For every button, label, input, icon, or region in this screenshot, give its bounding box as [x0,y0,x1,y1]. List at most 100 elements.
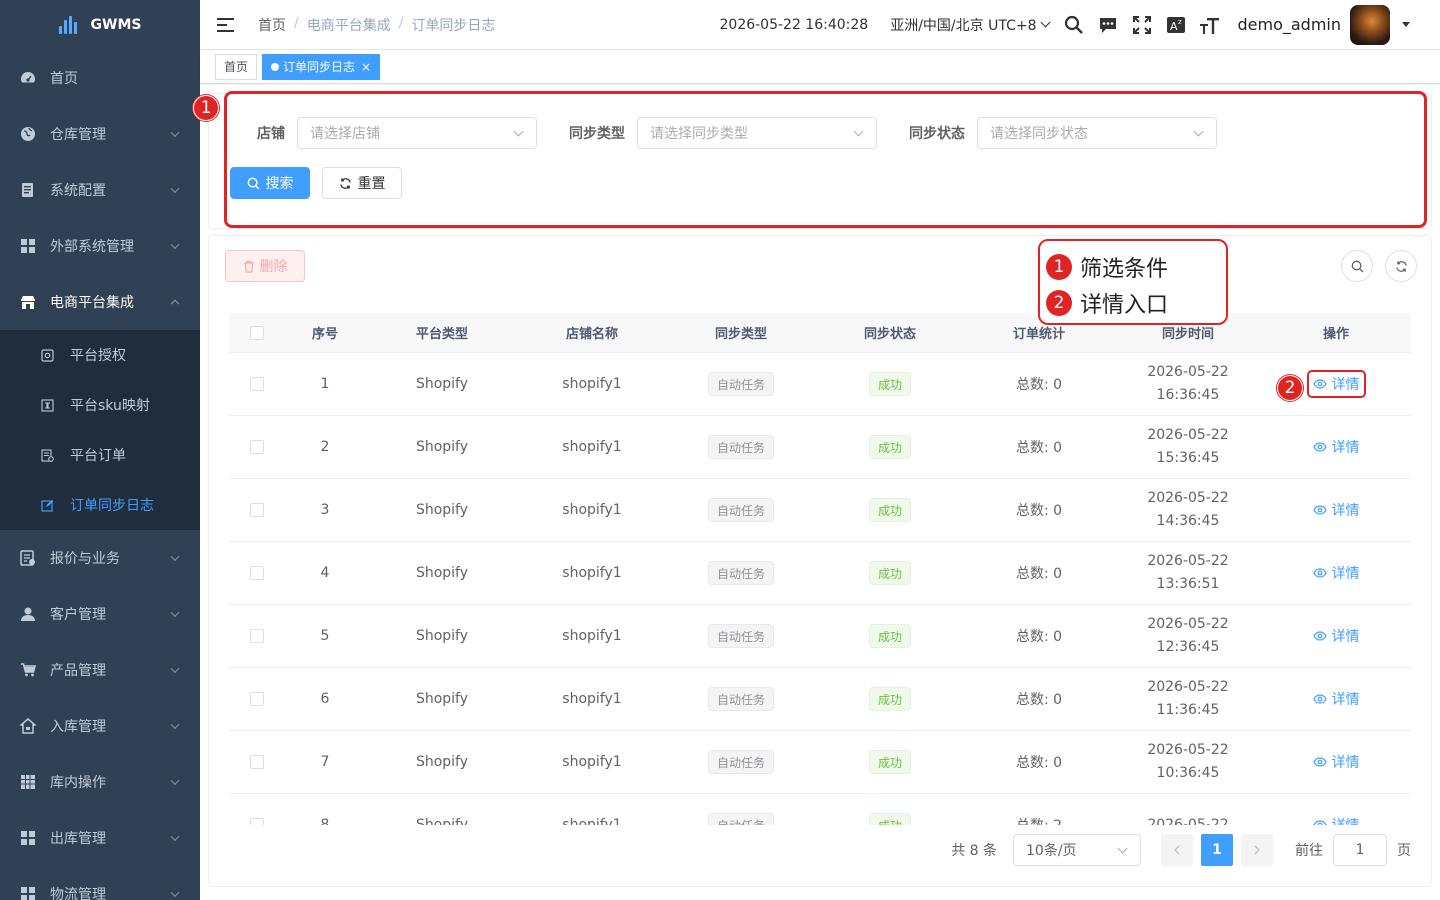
detail-link[interactable]: 详情 [1309,435,1364,459]
cell-order-stats: 总数: 0 [1015,755,1063,771]
message-icon[interactable] [1096,13,1120,37]
globe-icon [20,126,36,142]
sidebar-item-2[interactable]: 系统配置 [0,162,200,218]
sidebar-item-label: 产品管理 [50,663,106,679]
row-checkbox[interactable] [250,440,264,454]
sidebar-item-label: 首页 [50,71,78,87]
column-header: 操作 [1322,327,1349,342]
column-header: 序号 [311,327,338,342]
cell-platform: Shopify [415,817,469,825]
page-number-button[interactable]: 1 [1201,834,1233,866]
current-datetime: 2026-05-22 16:40:28 [719,16,869,33]
column-header: 同步状态 [863,327,916,342]
detail-link-label: 详情 [1331,440,1360,456]
detail-link-label: 详情 [1331,566,1360,582]
sync-status-tag: 成功 [868,813,911,825]
cell-shop: shopify1 [562,628,622,644]
app-name: GWMS [90,17,142,33]
sidebar-item-10[interactable]: 出库管理 [0,810,200,866]
search-icon[interactable] [1062,13,1086,37]
caret-down-icon[interactable] [1402,22,1410,27]
prev-page-button[interactable] [1161,834,1193,866]
submenu-item-2[interactable]: 平台订单 [0,430,200,480]
sidebar-item-11[interactable]: 物流管理 [0,866,200,900]
cell-shop: shopify1 [562,817,622,825]
chevron-down-icon [170,832,180,842]
app-logo[interactable]: GWMS [0,0,200,50]
annotation-marker-1: 1 [193,95,219,121]
sidebar-item-9[interactable]: 库内操作 [0,754,200,810]
chevron-left-icon [1174,845,1180,855]
next-page-button[interactable] [1241,834,1273,866]
detail-link[interactable]: 详情 [1309,687,1364,711]
legend-marker: 1 [1046,254,1072,280]
row-checkbox[interactable] [250,503,264,517]
sync-date: 2026-05-22 [1147,364,1229,380]
close-icon[interactable]: × [361,55,371,79]
delete-button-label: 删除 [259,259,288,275]
cell-shop: shopify1 [562,376,622,392]
detail-link[interactable]: 详情 [1306,370,1366,398]
grid-icon [20,238,36,254]
row-checkbox[interactable] [250,692,264,706]
cell-shop: shopify1 [562,439,622,455]
sidebar-item-label: 物流管理 [50,887,106,900]
sync-clock: 11:36:45 [1156,702,1220,718]
sidebar-item-6[interactable]: 客户管理 [0,586,200,642]
avatar[interactable] [1350,4,1390,45]
breadcrumb-home[interactable]: 首页 [258,15,286,35]
chevron-down-icon [170,552,180,562]
row-checkbox[interactable] [250,377,264,391]
sidebar-item-4[interactable]: 电商平台集成 [0,274,200,330]
sidebar-item-0[interactable]: 首页 [0,50,200,106]
username[interactable]: demo_admin [1237,15,1341,34]
row-checkbox[interactable] [250,818,264,825]
detail-link[interactable]: 详情 [1309,750,1364,774]
detail-link[interactable]: 详情 [1309,624,1364,648]
sidebar-item-8[interactable]: 入库管理 [0,698,200,754]
fullscreen-icon[interactable] [1130,13,1154,37]
sidebar-item-1[interactable]: 仓库管理 [0,106,200,162]
sync-type-tag: 自动任务 [707,372,774,396]
table-row: 1 Shopify shopify1 自动任务 成功 总数: 0 2026-05-22 16:… [229,353,1411,416]
chevron-down-icon [170,128,180,138]
pagination-total: 共 8 条 [951,843,997,859]
tab-home[interactable]: 首页 [215,53,258,80]
sidebar-item-7[interactable]: 产品管理 [0,642,200,698]
select-all-checkbox[interactable] [250,325,264,340]
row-checkbox[interactable] [250,629,264,643]
table-row: 7 Shopify shopify1 自动任务 成功 总数: 0 2026-05-22 10:… [229,731,1411,794]
legend-text: 筛选条件 [1080,257,1169,282]
sidebar-item-3[interactable]: 外部系统管理 [0,218,200,274]
submenu-item-3[interactable]: 订单同步日志 [0,480,200,530]
tab-order-sync-log[interactable]: 订单同步日志 × [262,53,381,80]
submenu-item-0[interactable]: 平台授权 [0,330,200,380]
page-size-select[interactable]: 10条/页 [1013,834,1141,866]
chevron-down-icon [170,720,180,730]
table-row: 6 Shopify shopify1 自动任务 成功 总数: 0 2026-05-22 11:… [229,668,1411,731]
refresh-table-button[interactable] [1385,250,1417,282]
translate-icon[interactable]: Az [1164,13,1188,37]
goto-label: 前往 [1295,843,1323,859]
timezone-selector[interactable]: 亚洲/中国/北京 UTC+8 [890,15,1051,35]
sidebar-item-5[interactable]: 报价与业务 [0,530,200,586]
cell-index: 1 [320,376,330,392]
eye-icon [1312,379,1327,389]
row-checkbox[interactable] [250,755,264,769]
row-checkbox[interactable] [250,566,264,580]
goto-page-input[interactable]: 1 [1333,834,1387,866]
detail-link[interactable]: 详情 [1309,498,1364,522]
hamburger-toggle-icon[interactable] [217,17,234,32]
cell-sync-time: 2026-05-22 14:36:45 [1147,487,1228,533]
detail-link[interactable]: 详情 [1309,813,1364,825]
submenu-item-1[interactable]: 平台sku映射 [0,380,200,430]
cell-platform: Shopify [415,376,469,392]
font-size-icon[interactable] [1198,13,1222,37]
cell-sync-time: 2026-05-22 11:36:45 [1147,676,1228,722]
sidebar-item-label: 电商平台集成 [50,295,134,311]
cell-shop: shopify1 [562,502,622,518]
toggle-search-button[interactable] [1341,250,1373,282]
detail-link[interactable]: 详情 [1309,561,1364,585]
delete-button[interactable]: 删除 [225,250,305,282]
legend-item: 2 详情入口 [1046,285,1226,321]
